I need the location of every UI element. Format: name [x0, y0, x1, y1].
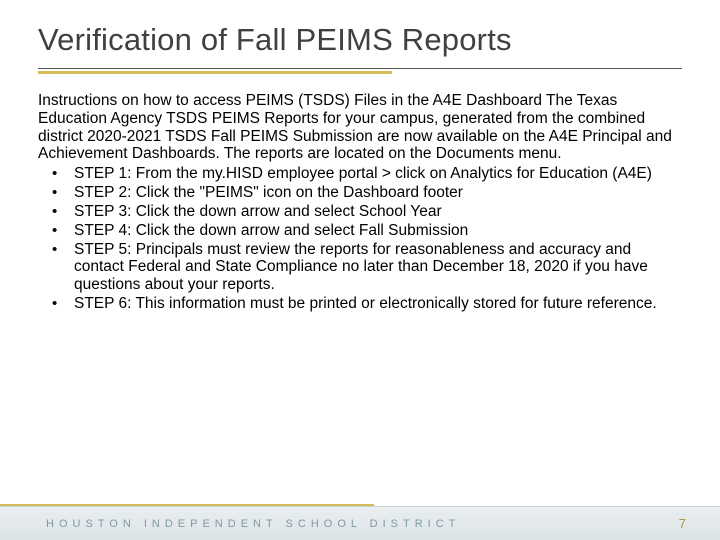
footer-branding: HOUSTON INDEPENDENT SCHOOL DISTRICT: [46, 518, 460, 530]
body-text: Instructions on how to access PEIMS (TSD…: [0, 74, 720, 313]
footer: HOUSTON INDEPENDENT SCHOOL DISTRICT 7: [0, 506, 720, 540]
intro-paragraph: Instructions on how to access PEIMS (TSD…: [38, 92, 682, 163]
list-item: STEP 6: This information must be printed…: [50, 295, 682, 313]
slide: Verification of Fall PEIMS Reports Instr…: [0, 0, 720, 540]
title-block: Verification of Fall PEIMS Reports: [0, 0, 720, 74]
list-item: STEP 5: Principals must review the repor…: [50, 241, 682, 294]
list-item: STEP 2: Click the "PEIMS" icon on the Da…: [50, 184, 682, 202]
page-number: 7: [679, 516, 686, 531]
title-rule: [38, 68, 682, 69]
list-item: STEP 3: Click the down arrow and select …: [50, 203, 682, 221]
list-item: STEP 1: From the my.HISD employee portal…: [50, 165, 682, 183]
slide-title: Verification of Fall PEIMS Reports: [38, 22, 682, 58]
list-item: STEP 4: Click the down arrow and select …: [50, 222, 682, 240]
steps-list: STEP 1: From the my.HISD employee portal…: [38, 165, 682, 313]
